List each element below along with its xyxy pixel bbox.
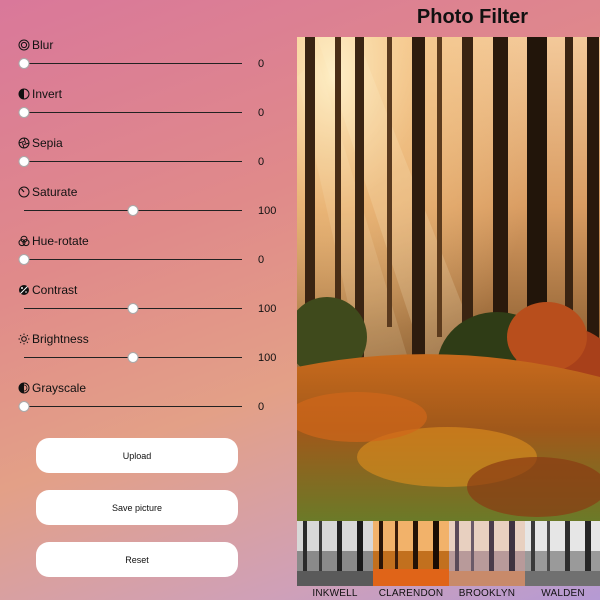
- sepia-slider-thumb[interactable]: [18, 156, 30, 167]
- control-value: 0: [258, 58, 265, 70]
- control-label-text: Invert: [32, 87, 63, 101]
- preset-label-walden[interactable]: WALDEN: [525, 588, 600, 599]
- invert-slider[interactable]: [24, 112, 242, 113]
- brightness-icon: [18, 333, 30, 345]
- save-picture-button[interactable]: Save picture: [36, 490, 238, 525]
- preset-inkwell[interactable]: [297, 521, 373, 586]
- hue-rotate-slider[interactable]: [24, 259, 242, 260]
- control-sepia: Sepia 0: [18, 134, 288, 183]
- brightness-slider-thumb[interactable]: [127, 352, 139, 363]
- control-invert: Invert 0: [18, 85, 288, 134]
- control-value: 0: [258, 156, 265, 168]
- grayscale-icon: [18, 382, 30, 394]
- contrast-icon: [19, 285, 29, 295]
- control-saturate: Saturate 100: [18, 183, 288, 232]
- inkwell-thumbnail: [297, 521, 373, 586]
- preset-brooklyn[interactable]: [449, 521, 525, 586]
- hue-rotate-slider-thumb[interactable]: [18, 254, 30, 265]
- forest-photo: [297, 37, 600, 521]
- saturate-icon: [18, 186, 30, 198]
- contrast-slider-thumb[interactable]: [127, 303, 139, 314]
- upload-button[interactable]: Upload: [36, 438, 238, 473]
- preset-label-inkwell[interactable]: INKWELL: [297, 588, 373, 599]
- control-value: 0: [258, 401, 265, 413]
- sepia-icon: [18, 137, 30, 149]
- control-blur: Blur 0: [18, 36, 288, 85]
- photo-preview: [297, 37, 600, 521]
- control-value: 0: [258, 254, 265, 266]
- control-contrast: Contrast 100: [18, 281, 288, 330]
- control-label-text: Brightness: [32, 332, 89, 346]
- control-label-text: Blur: [32, 38, 54, 52]
- grayscale-slider-thumb[interactable]: [18, 401, 30, 412]
- control-value: 100: [258, 205, 277, 217]
- blur-slider-thumb[interactable]: [18, 58, 30, 69]
- control-value: 100: [258, 303, 277, 315]
- hue-rotate-icon: [18, 235, 30, 247]
- control-hue-rotate: Hue-rotate 0: [18, 232, 288, 281]
- invert-icon: [18, 88, 30, 100]
- blur-slider[interactable]: [24, 63, 242, 64]
- clarendon-thumbnail: [373, 521, 449, 586]
- control-label-text: Grayscale: [32, 381, 87, 395]
- control-brightness: Brightness 100: [18, 330, 288, 379]
- saturate-slider-thumb[interactable]: [127, 205, 139, 216]
- control-label-text: Sepia: [32, 136, 63, 150]
- filter-controls: Blur 0 Invert 0 Sepia 0 Saturate 100 Hue…: [18, 36, 288, 428]
- preset-label-clarendon[interactable]: CLARENDON: [373, 588, 449, 599]
- preset-clarendon[interactable]: [373, 521, 449, 586]
- control-label-text: Hue-rotate: [32, 234, 89, 248]
- walden-thumbnail: [525, 521, 600, 586]
- preset-walden[interactable]: [525, 521, 600, 586]
- brooklyn-thumbnail: [449, 521, 525, 586]
- invert-slider-thumb[interactable]: [18, 107, 30, 118]
- blur-icon: [18, 39, 30, 51]
- control-label-text: Contrast: [32, 283, 78, 297]
- page-title: Photo Filter: [416, 6, 528, 28]
- control-value: 0: [258, 107, 265, 119]
- grayscale-slider[interactable]: [24, 406, 242, 407]
- sepia-slider[interactable]: [24, 161, 242, 162]
- control-label-text: Saturate: [32, 185, 78, 199]
- filter-presets: INKWELL CLARENDON BROOKLYN WALDEN: [297, 521, 600, 600]
- control-grayscale: Grayscale 0: [18, 379, 288, 428]
- preset-label-brooklyn[interactable]: BROOKLYN: [449, 588, 525, 599]
- reset-button[interactable]: Reset: [36, 542, 238, 577]
- control-value: 100: [258, 352, 277, 364]
